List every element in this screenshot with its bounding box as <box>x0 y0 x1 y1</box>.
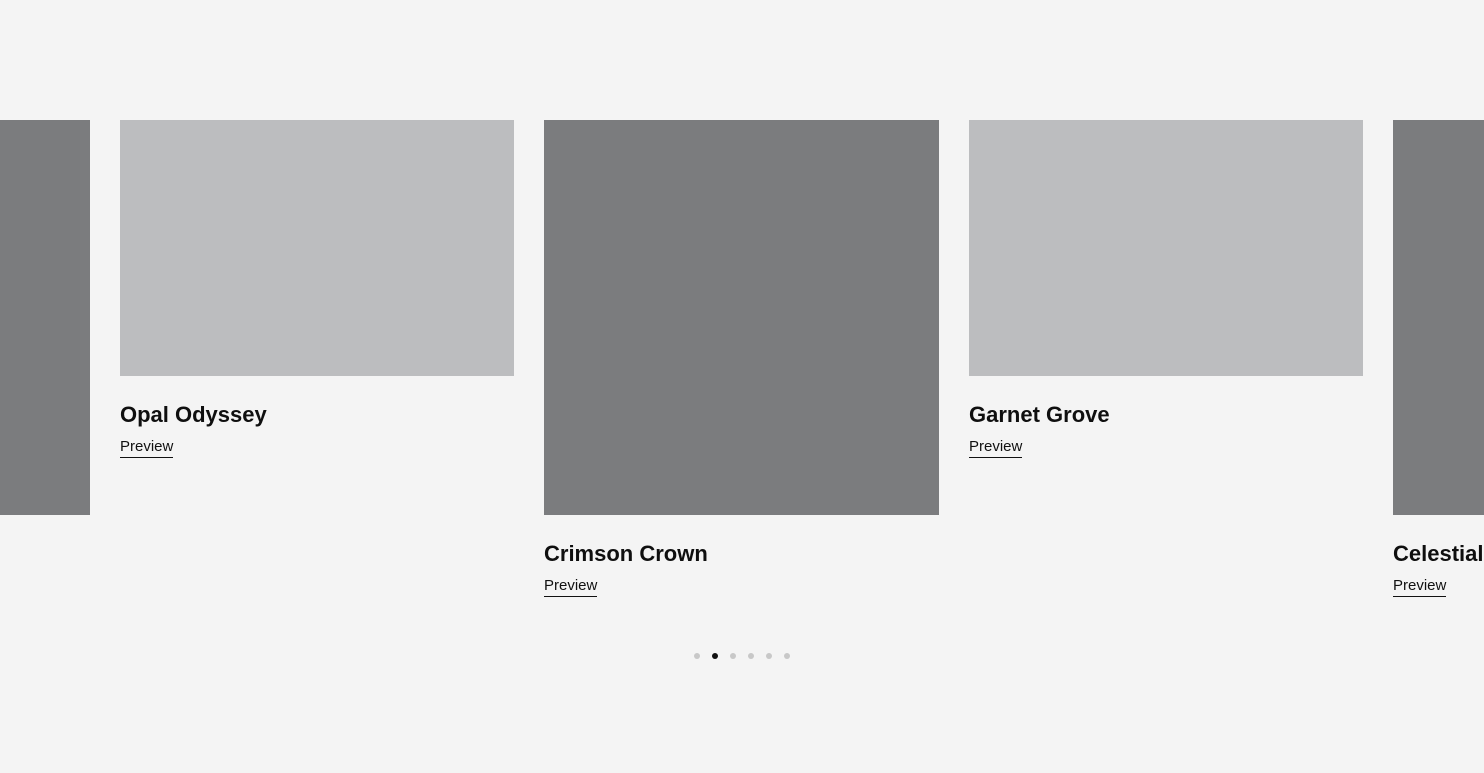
card-image[interactable] <box>544 120 939 515</box>
preview-link[interactable]: Preview <box>1393 577 1447 597</box>
pagination-dot[interactable] <box>784 653 790 659</box>
pagination-dot[interactable] <box>694 653 700 659</box>
card-title: Garnet Grove <box>969 402 1110 427</box>
pagination-dot[interactable] <box>748 653 754 659</box>
preview-link[interactable]: Preview <box>544 577 598 597</box>
carousel-card[interactable] <box>0 120 90 515</box>
product-carousel: Opal Odyssey Preview Crimson Crown Previ… <box>0 0 1484 773</box>
preview-link[interactable]: Preview <box>969 438 1023 458</box>
card-image[interactable] <box>0 120 90 515</box>
pagination-dot-active[interactable] <box>712 653 718 659</box>
card-image[interactable] <box>969 120 1363 376</box>
card-image[interactable] <box>1393 120 1484 515</box>
card-title: Crimson Crown <box>544 541 708 566</box>
pagination-dot[interactable] <box>730 653 736 659</box>
card-title: Celestial <box>1393 541 1484 566</box>
card-title: Opal Odyssey <box>120 402 267 427</box>
carousel-card[interactable]: Celestial Preview <box>1393 120 1484 597</box>
carousel-card[interactable]: Garnet Grove Preview <box>969 120 1363 458</box>
carousel-card[interactable]: Opal Odyssey Preview <box>120 120 514 458</box>
carousel-card[interactable]: Crimson Crown Preview <box>544 120 939 597</box>
card-image[interactable] <box>120 120 514 376</box>
carousel-pagination <box>0 652 1484 660</box>
preview-link[interactable]: Preview <box>120 438 174 458</box>
pagination-dot[interactable] <box>766 653 772 659</box>
